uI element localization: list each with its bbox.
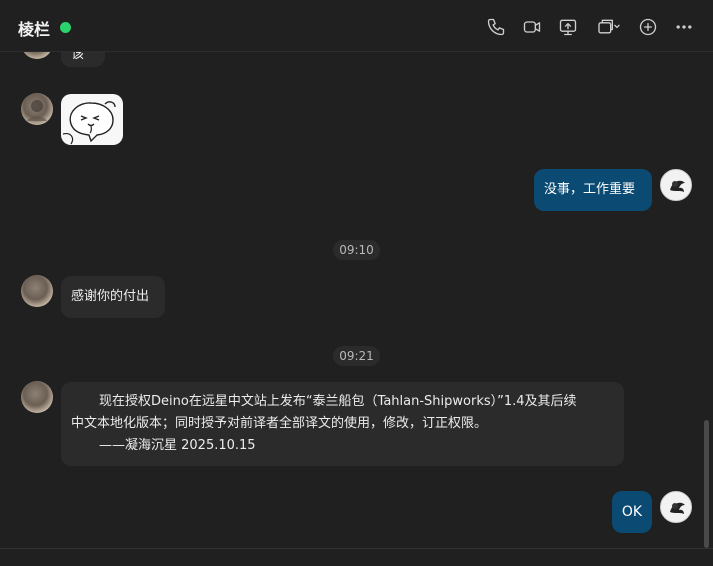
more-icon[interactable] (674, 17, 694, 37)
video-call-icon[interactable] (522, 17, 542, 37)
scrollbar-thumb[interactable] (704, 420, 709, 548)
contact-avatar[interactable] (21, 93, 53, 125)
contact-avatar[interactable] (21, 52, 53, 59)
cartoon-face-icon (62, 101, 116, 145)
message-list[interactable]: 该 没事，工作重要 09:10 感谢你的付出 09:21 现在授权Deino在远… (0, 52, 713, 548)
contact-avatar[interactable] (21, 275, 53, 307)
message-text: 现在授权Deino在远星中文站上发布“泰兰船包（Tahlan-Shipworks… (99, 394, 577, 409)
message-bubble-outgoing[interactable]: OK (612, 491, 652, 533)
sticker-image[interactable] (61, 94, 123, 145)
message-text: 中文本地化版本；同时授予对前译者全部译文的使用，修改，订正权限。 (71, 416, 488, 431)
window-dropdown-icon[interactable] (594, 17, 624, 37)
message-bubble-incoming[interactable]: 该 (61, 52, 105, 67)
user-avatar[interactable] (660, 169, 692, 201)
timestamp-divider: 09:10 (333, 240, 380, 260)
message-text: 感谢你的付出 (71, 289, 150, 304)
message-text: 该 (71, 52, 85, 62)
screen-share-icon[interactable] (558, 17, 578, 37)
online-status-dot (60, 22, 71, 33)
timestamp-divider: 09:21 (333, 346, 380, 366)
chat-title: 棱栏 (18, 20, 51, 39)
contact-avatar[interactable] (21, 381, 53, 413)
message-signature: ——凝海沉星 2025.10.15 (99, 438, 256, 453)
user-avatar[interactable] (660, 491, 692, 523)
chat-header: 棱栏 (0, 0, 713, 52)
add-icon[interactable] (638, 17, 658, 37)
message-text: 没事，工作重要 (544, 182, 636, 197)
phone-icon[interactable] (486, 17, 506, 37)
message-bubble-incoming[interactable]: 感谢你的付出 (61, 276, 165, 318)
message-text: OK (621, 504, 643, 520)
input-area-divider (0, 548, 713, 566)
message-bubble-outgoing[interactable]: 没事，工作重要 (534, 169, 652, 211)
message-bubble-incoming[interactable]: 现在授权Deino在远星中文站上发布“泰兰船包（Tahlan-Shipworks… (61, 382, 624, 466)
